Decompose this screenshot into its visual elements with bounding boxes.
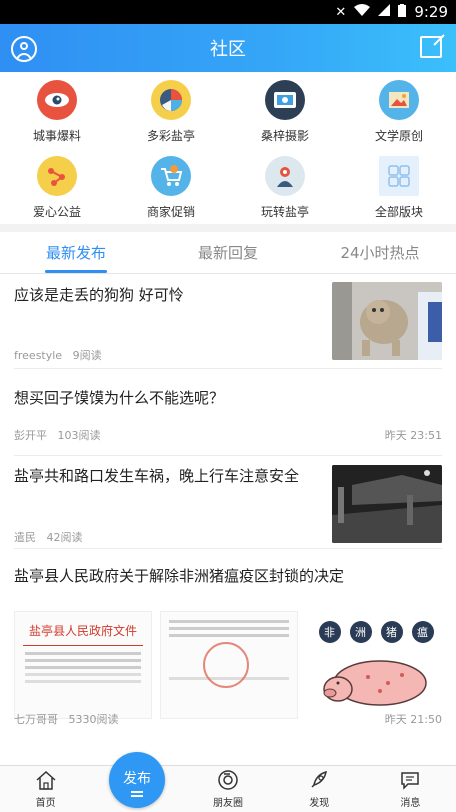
bottom-nav: 首页 朋友圈 发现 消息	[0, 765, 456, 812]
post-time: 昨天 21:50	[384, 713, 442, 726]
post-image	[160, 611, 298, 719]
status-time: 9:29	[414, 3, 448, 21]
signal-icon	[378, 4, 391, 20]
nav-friends[interactable]: 朋友圈	[182, 766, 273, 812]
eye-icon	[37, 80, 77, 120]
chat-icon	[399, 768, 421, 792]
category-colorful-yanting[interactable]: 多彩盐亭	[114, 72, 228, 148]
post-feed: 应该是走丢的狗狗 好可怜 freestyle 9阅读 想买回子馍馍为什么不能选呢…	[0, 275, 456, 736]
post-image: 盐亭县人民政府文件	[14, 611, 152, 719]
category-merchant-promo[interactable]: 商家促销	[114, 148, 228, 224]
compose-icon[interactable]	[420, 36, 442, 58]
category-grid: 城事爆料 多彩盐亭 桑梓摄影 文学原创 爱心公益 商家促销 玩转盐亭 全部版块	[0, 72, 456, 224]
status-bar: ✕ 9:29	[0, 0, 456, 24]
tab-latest-replies[interactable]: 最新回复	[152, 232, 304, 273]
wifi-icon	[354, 4, 371, 20]
post-meta: 七万哥哥 5330阅读	[14, 713, 119, 726]
tab-24h-hot[interactable]: 24小时热点	[304, 232, 456, 273]
nav-home[interactable]: 首页	[0, 766, 91, 812]
grid-icon	[379, 156, 419, 196]
app-header: 社区	[0, 24, 456, 72]
nav-discover[interactable]: 发现	[274, 766, 365, 812]
category-play-yanting[interactable]: 玩转盐亭	[228, 148, 342, 224]
post-meta: freestyle 9阅读	[14, 349, 102, 362]
post-thumbnail	[332, 282, 442, 360]
camera-icon	[217, 768, 239, 792]
picture-icon	[379, 80, 419, 120]
category-city-news[interactable]: 城事爆料	[0, 72, 114, 148]
section-divider	[0, 224, 456, 232]
list-item[interactable]: 盐亭县人民政府关于解除非洲猪瘟疫区封锁的决定 盐亭县人民政府文件 非 洲 猪 瘟…	[14, 549, 442, 736]
post-thumbnail	[332, 465, 442, 543]
photo-icon	[265, 80, 305, 120]
post-meta: 遣民 42阅读	[14, 531, 83, 544]
post-image-strip: 盐亭县人民政府文件 非 洲 猪 瘟	[14, 611, 442, 719]
publish-button[interactable]: 发布	[109, 752, 165, 808]
category-all-sections[interactable]: 全部版块	[342, 148, 456, 224]
feed-tabs: 最新发布 最新回复 24小时热点	[0, 232, 456, 274]
list-item[interactable]: 应该是走丢的狗狗 好可怜 freestyle 9阅读	[14, 275, 442, 369]
menu-icon	[131, 790, 143, 793]
nav-messages[interactable]: 消息	[365, 766, 456, 812]
post-title: 盐亭县人民政府关于解除非洲猪瘟疫区封锁的决定	[14, 567, 345, 585]
network-icon	[37, 156, 77, 196]
post-meta: 彭开平 103阅读	[14, 429, 101, 442]
category-literature[interactable]: 文学原创	[342, 72, 456, 148]
cart-icon	[151, 156, 191, 196]
post-time: 昨天 23:51	[384, 429, 442, 442]
list-item[interactable]: 盐亭共和路口发生车祸，晚上行车注意安全 遣民 42阅读	[14, 456, 442, 549]
post-title: 想买回子馍馍为什么不能选呢？	[14, 389, 225, 407]
stamp-seal	[203, 642, 249, 688]
document-heading: 盐亭县人民政府文件	[28, 624, 137, 638]
home-icon	[35, 768, 57, 792]
post-image: 非 洲 猪 瘟	[306, 611, 442, 719]
person-icon	[265, 156, 305, 196]
category-charity[interactable]: 爱心公益	[0, 148, 114, 224]
pie-icon	[151, 80, 191, 120]
page-title: 社区	[210, 39, 246, 60]
rocket-icon	[308, 768, 330, 792]
tab-latest-posts[interactable]: 最新发布	[0, 232, 152, 273]
list-item[interactable]: 想买回子馍馍为什么不能选呢？ 彭开平 103阅读 昨天 23:51	[14, 369, 442, 456]
category-photography[interactable]: 桑梓摄影	[228, 72, 342, 148]
post-title: 盐亭共和路口发生车祸，晚上行车注意安全	[14, 467, 300, 485]
battery-icon	[398, 3, 407, 21]
mute-icon: ✕	[335, 4, 347, 20]
pig-illustration	[323, 660, 427, 706]
post-title: 应该是走丢的狗狗 好可怜	[14, 286, 184, 304]
profile-icon[interactable]	[11, 36, 37, 62]
